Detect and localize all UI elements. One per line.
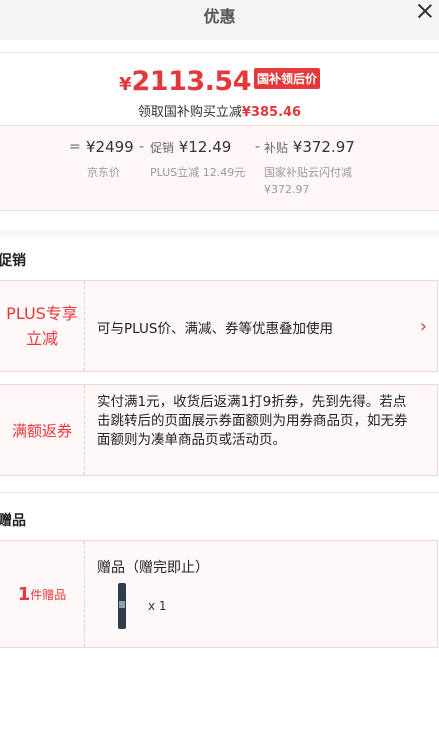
minus-sign: - [139, 139, 145, 155]
promotions-heading: 促销 [0, 253, 26, 269]
promo-tag-line1: PLUS专享 [6, 304, 78, 323]
subsidy-label: 国家补贴云闪付减 ¥372.97 [264, 164, 352, 198]
gift-quantity: x 1 [148, 599, 167, 613]
gift-product-image[interactable] [118, 583, 126, 629]
page-title: 优惠 [203, 7, 236, 26]
section-gap [0, 230, 439, 237]
gift-count-number: 1 [17, 583, 31, 605]
minus-sign: - [255, 139, 261, 155]
gift-card[interactable]: 1 件赠品 赠品（赠完即止） [0, 540, 438, 648]
subsidy-amount: ¥385.46 [241, 105, 302, 120]
promo-description: 可与PLUS价、满减、券等优惠叠加使用 [97, 321, 333, 337]
price-badge: 国补领后价 [254, 68, 321, 89]
gift-count: 1 件赠品 [0, 541, 85, 647]
currency-symbol: ¥ [118, 74, 132, 95]
subsidy-text: 领取国补购买立减 [137, 105, 242, 120]
promo-tag-line2: 立减 [25, 329, 58, 348]
section-divider [0, 492, 439, 493]
promo-value: 促销 ¥12.49 [150, 138, 231, 156]
header-divider [0, 52, 439, 53]
subsidy-summary: 领取国补购买立减¥385.46 [0, 101, 439, 120]
header-bar: 优惠 [0, 0, 439, 40]
jd-price: ¥2499 [86, 138, 134, 156]
subsidy-label-line2: ¥372.97 [264, 183, 310, 196]
subsidy-value: 补贴 ¥372.97 [264, 138, 355, 156]
promo-small-label: 促销 [150, 141, 175, 155]
promo-card-coupon[interactable]: 满额返券 实付满1元，收货后返满1打9折券，先到先得。若点击跳转后的页面展示券面… [0, 384, 438, 476]
gift-heading: 赠品（赠完即止） [97, 560, 209, 576]
promo-amount: ¥12.49 [178, 138, 232, 156]
promo-label: PLUS立减 12.49元 [150, 166, 246, 179]
promo-description: 实付满1元，收货后返满1打9折券，先到先得。若点击跳转后的页面展示券面额则为用券… [97, 394, 408, 448]
jd-price-label: 京东价 [87, 166, 120, 179]
close-icon[interactable] [417, 3, 433, 19]
promo-tag: 满额返券 [0, 385, 85, 475]
gifts-heading: 赠品 [0, 513, 26, 529]
final-price-value: 2113.54 [131, 66, 252, 97]
promo-tag: PLUS专享 立减 [0, 281, 85, 371]
subsidy-small-label: 补贴 [264, 141, 289, 155]
final-price: ¥2113.54 国补领后价 [0, 66, 439, 97]
promo-card-plus[interactable]: PLUS专享 立减 可与PLUS价、满减、券等优惠叠加使用 › [0, 280, 438, 372]
equals-sign: = [69, 139, 81, 155]
subsidy-label-line1: 国家补贴云闪付减 [264, 166, 352, 179]
subsidy-value-amount: ¥372.97 [292, 138, 355, 156]
price-breakdown: = ¥2499 京东价 - 促销 ¥12.49 PLUS立减 12.49元 - … [0, 125, 439, 211]
gift-count-suffix: 件赠品 [30, 587, 67, 602]
chevron-right-icon[interactable]: › [420, 316, 427, 337]
